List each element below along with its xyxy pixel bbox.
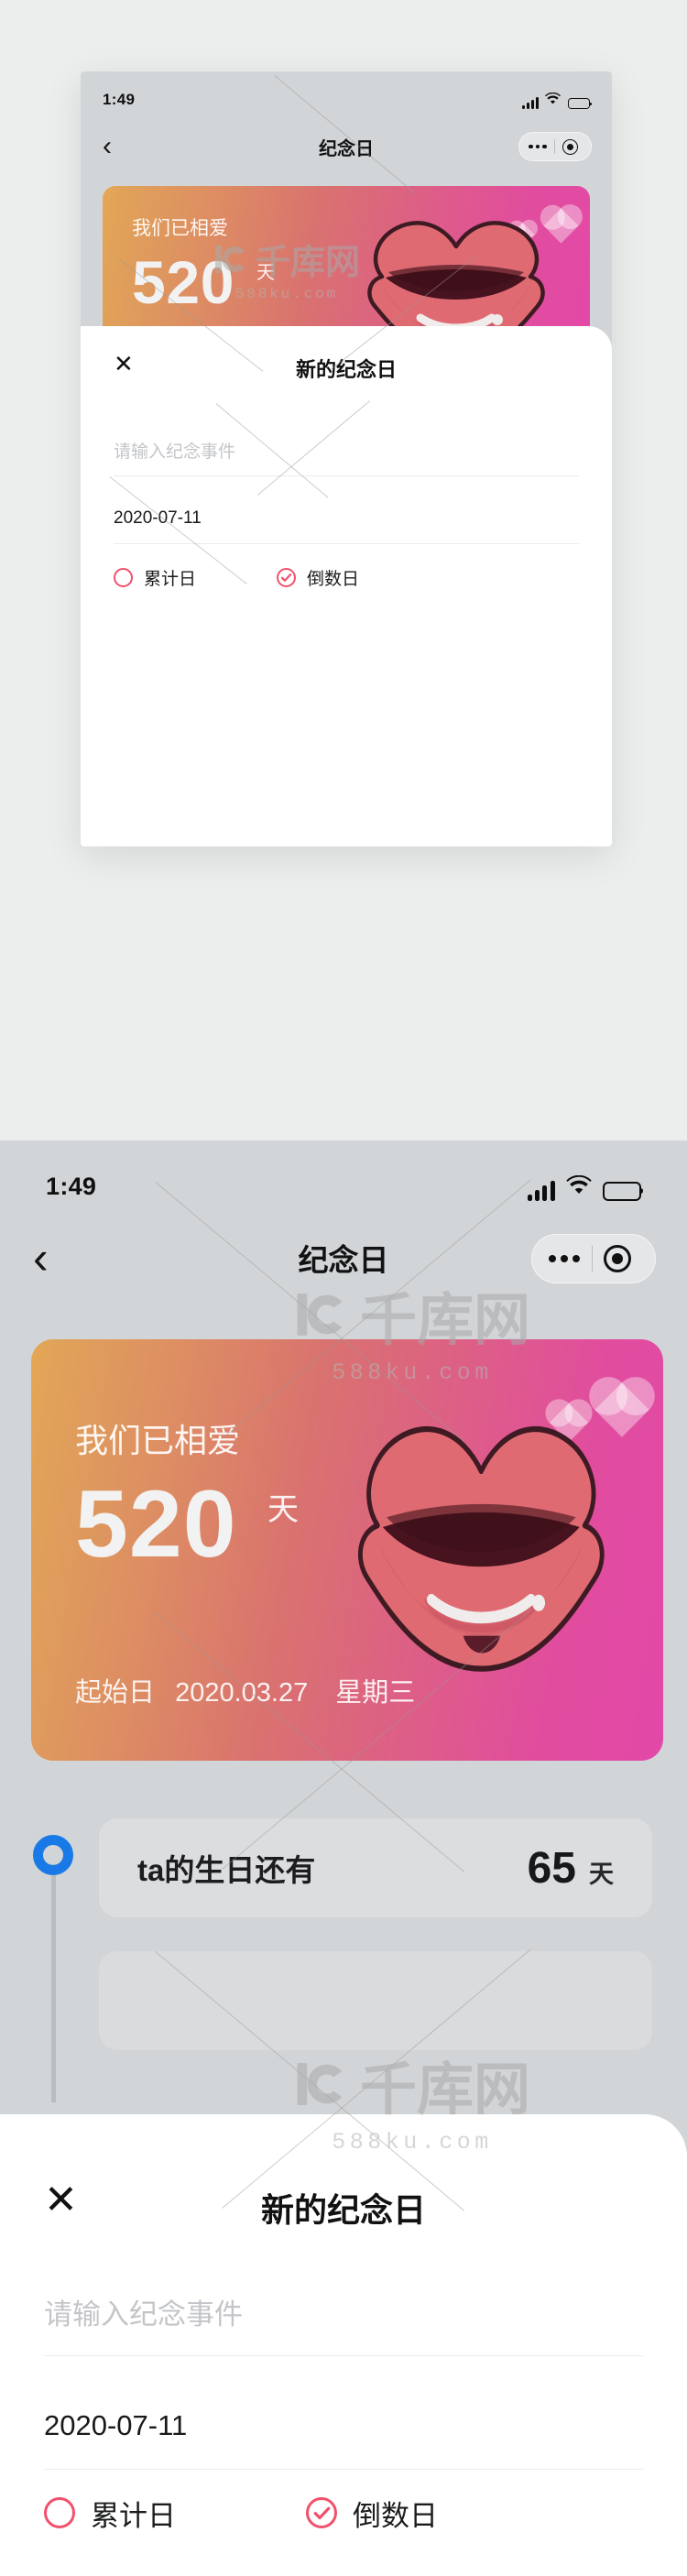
lips-icon [344,1405,619,1698]
capsule-divider [592,1246,593,1272]
card-subtitle: 我们已相爱 [132,218,228,239]
target-icon[interactable] [562,138,578,155]
date-value: 2020-07-11 [44,2408,188,2441]
capsule-divider [553,139,555,154]
event-name-placeholder: 请输入纪念事件 [114,442,236,462]
radio-checked-icon[interactable] [306,2497,337,2528]
card-count-unit: 天 [267,1492,299,1527]
status-bar: 1:49 [81,88,612,112]
more-dots-icon[interactable] [529,144,547,149]
signal-bars-icon [521,97,539,109]
card-subtitle: 我们已相爱 [75,1422,241,1459]
event-name-field[interactable]: 请输入纪念事件 [114,425,579,476]
new-anniversary-sheet: ✕ 新的纪念日 请输入纪念事件 2020-07-11 累计日 倒数日 [81,326,612,846]
radio-checked-icon[interactable] [277,567,297,587]
radio-label: 倒数日 [307,569,360,589]
phone-preview-large: 1:49 ‹ 纪念日 我们已相爱 520 天 起始日 2020.03.27 星期… [0,1141,687,2576]
status-time: 1:49 [46,1172,97,1200]
date-value: 2020-07-11 [114,508,202,528]
radio-option-cumulative[interactable]: 累计日 [44,2493,176,2534]
sheet-title: 新的纪念日 [260,2191,426,2229]
card-footer-date: 2020.03.27 [175,1678,309,1708]
battery-icon [568,98,592,109]
nav-bar: ‹ 纪念日 [0,1216,687,1300]
list-item-value: 65 [527,1843,576,1893]
radio-label: 累计日 [144,569,197,589]
status-icons [521,91,592,109]
date-field[interactable]: 2020-07-11 [114,493,579,544]
mode-radio-group: 累计日 倒数日 [44,2490,438,2536]
card-footer-label: 起始日 [75,1678,156,1708]
wifi-icon [545,91,562,109]
anniversary-card[interactable]: 我们已相爱 520 天 起始日 2020.03.27 星期三 [31,1339,663,1761]
phone-preview-small: 1:49 ‹ 纪念日 我们已相爱 520 天 ✕ 新的纪念日 请输入纪念事件 2… [81,71,612,846]
wifi-icon [566,1173,592,1201]
battery-icon [603,1181,644,1201]
radio-option-countdown[interactable]: 倒数日 [277,565,359,590]
mode-radio-group: 累计日 倒数日 [114,561,359,594]
list-bullet [33,1835,73,1875]
radio-label: 累计日 [91,2499,176,2532]
list-item-label: ta的生日还有 [137,1853,316,1887]
radio-option-countdown[interactable]: 倒数日 [306,2493,438,2534]
status-time: 1:49 [103,91,136,108]
status-bar: 1:49 [0,1168,687,1205]
list-item-value-group: 65 天 [528,1843,614,1894]
radio-unchecked-icon[interactable] [44,2497,75,2528]
list-item[interactable]: ta的生日还有 65 天 [99,1818,652,1917]
radio-unchecked-icon[interactable] [114,567,133,587]
status-icons [528,1173,644,1201]
event-name-field[interactable]: 请输入纪念事件 [44,2268,643,2356]
page-root: 1:49 ‹ 纪念日 我们已相爱 520 天 ✕ 新的纪念日 请输入纪念事件 2… [0,0,687,2576]
list-item-placeholder [99,1951,652,2050]
card-count-unit: 天 [256,263,275,283]
target-icon[interactable] [604,1245,631,1272]
nav-bar: ‹ 纪念日 [81,119,612,174]
mini-program-capsule[interactable] [531,1234,656,1283]
more-dots-icon[interactable] [549,1255,580,1262]
new-anniversary-sheet: ✕ 新的纪念日 请输入纪念事件 2020-07-11 累计日 倒数日 [0,2114,687,2576]
card-count: 520 [75,1471,237,1577]
radio-option-cumulative[interactable]: 累计日 [114,565,196,590]
signal-bars-icon [528,1180,555,1201]
timeline-line [51,1864,56,2102]
list-item-unit: 天 [589,1860,614,1888]
mini-program-capsule[interactable] [518,132,592,161]
date-field[interactable]: 2020-07-11 [44,2382,643,2470]
radio-label: 倒数日 [353,2499,438,2532]
event-name-placeholder: 请输入纪念事件 [44,2298,243,2330]
